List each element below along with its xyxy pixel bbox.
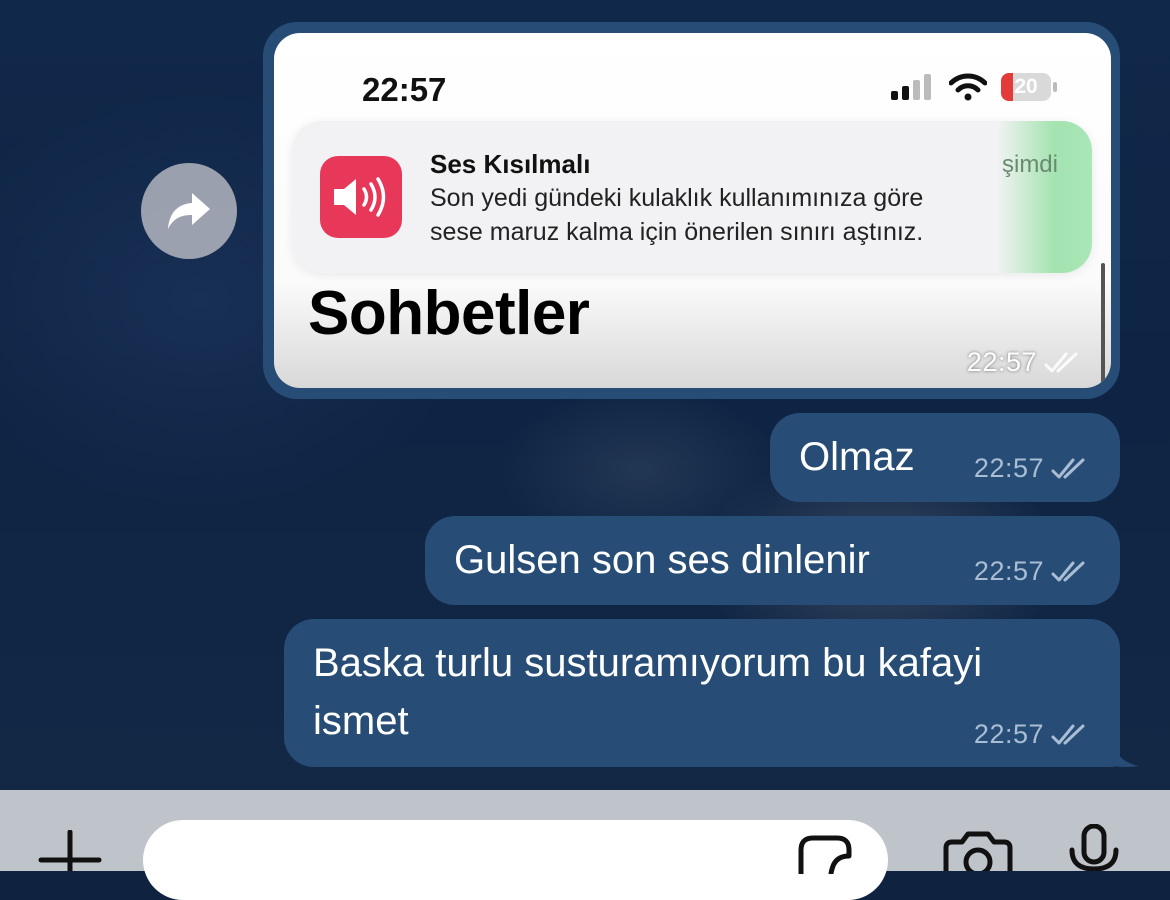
message-time: 22:57 [973,719,1044,749]
read-double-check-icon [1044,352,1078,372]
notification-body-line: Son yedi gündeki kulaklık kullanımınıza … [430,184,924,212]
screenshot-clock: 22:57 [362,71,447,108]
message-time: 22:57 [966,347,1037,377]
cellular-signal-icon [891,74,931,100]
screenshot-scrollbar [1101,263,1105,383]
sticker-icon[interactable] [797,834,853,874]
notification-title: Ses Kısılmalı [430,149,591,179]
notification-body: Son yedi gündeki kulaklık kullanımınıza … [430,181,1050,249]
plus-icon[interactable] [38,830,102,871]
read-double-check-icon [1051,458,1085,478]
image-message-bubble[interactable]: 22:57 20 Ses Kısılmalı şimdi Son yedi gü… [263,22,1120,399]
wifi-icon [949,73,987,101]
camera-icon[interactable] [942,830,1014,871]
image-message-meta: 22:57 [967,347,1083,378]
notification-body-line: sese maruz kalma için önerilen sınırı aş… [430,218,924,246]
outgoing-message[interactable]: Baska turlu susturamıyorum bu kafayi ism… [284,619,1120,767]
screenshot-heading: Sohbetler [308,279,590,348]
notification-time: şimdi [1001,151,1058,178]
battery-icon: 20 [1001,73,1059,101]
message-text-line: Baska turlu susturamıyorum bu kafayi [313,641,983,685]
read-double-check-icon [1051,724,1085,744]
outgoing-message[interactable]: Olmaz 22:57 [770,413,1120,502]
forward-icon [168,193,210,229]
speaker-icon [334,177,386,217]
forward-button[interactable] [141,163,237,259]
battery-level: 20 [1014,75,1038,98]
notification-app-icon [320,156,402,238]
outgoing-message[interactable]: Gulsen son ses dinlenir 22:57 [425,516,1120,605]
message-meta: 22:57 [974,719,1090,750]
screenshot-status-icons: 20 [891,73,1059,101]
microphone-icon[interactable] [1067,824,1121,871]
message-text: Olmaz [799,435,915,479]
notification-banner[interactable]: Ses Kısılmalı şimdi Son yedi gündeki kul… [292,121,1092,273]
message-meta: 22:57 [974,453,1090,484]
bubble-tail [1105,735,1139,767]
message-input-field[interactable] [143,820,888,900]
read-double-check-icon [1051,561,1085,581]
message-text-line: ismet [313,699,409,743]
message-meta: 22:57 [974,556,1090,587]
message-text: Gulsen son ses dinlenir [454,538,870,582]
message-time: 22:57 [973,556,1044,586]
message-time: 22:57 [973,453,1044,483]
forwarded-screenshot[interactable]: 22:57 20 Ses Kısılmalı şimdi Son yedi gü… [274,33,1111,388]
